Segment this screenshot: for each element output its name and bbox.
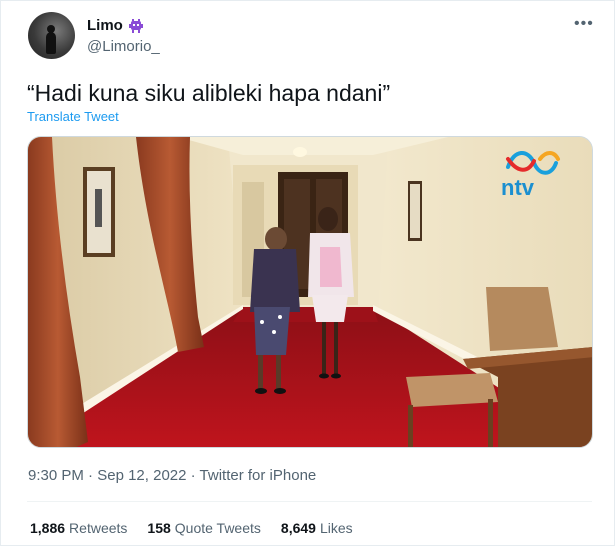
tweet-text: “Hadi kuna siku alibleki hapa ndani” [27,80,391,106]
retweets-stat[interactable]: 1,886 Retweets [30,520,127,536]
tweet-time[interactable]: 9:30 PM [28,467,84,484]
tweet-meta: 9:30 PM · Sep 12, 2022 · Twitter for iPh… [28,467,316,484]
divider [27,501,592,502]
quote-tweets-label: Quote Tweets [174,520,261,536]
more-options-icon[interactable]: ••• [574,15,594,33]
hallway-scene-image: ntv [28,137,592,447]
quote-tweets-stat[interactable]: 158 Quote Tweets [147,520,261,536]
translate-tweet-link[interactable]: Translate Tweet [27,109,119,124]
display-name[interactable]: Limo [87,17,123,34]
separator: · [190,467,196,484]
tweet-card[interactable]: Limo @Limorio_ ••• “Hadi kuna siku alibl… [0,0,615,546]
user-handle[interactable]: @Limorio_ [87,38,160,55]
tweet-date[interactable]: Sep 12, 2022 [97,467,186,484]
likes-count: 8,649 [280,520,316,536]
tweet-media-image[interactable]: ntv [27,136,593,448]
quote-tweets-count: 158 [147,520,171,536]
retweets-label: Retweets [69,520,128,536]
engagement-stats: 1,886 Retweets 158 Quote Tweets 8,649 Likes [30,520,353,536]
likes-label: Likes [319,520,353,536]
retweets-count: 1,886 [30,520,66,536]
tweet-source[interactable]: Twitter for iPhone [200,467,317,484]
avatar-figure-body [46,32,56,54]
avatar[interactable] [28,12,75,59]
separator: · [88,467,94,484]
likes-stat[interactable]: 8,649 Likes [281,520,353,536]
alien-monster-icon [128,18,143,33]
name-row: Limo [87,17,144,34]
ntv-logo-text: ntv [501,175,535,200]
